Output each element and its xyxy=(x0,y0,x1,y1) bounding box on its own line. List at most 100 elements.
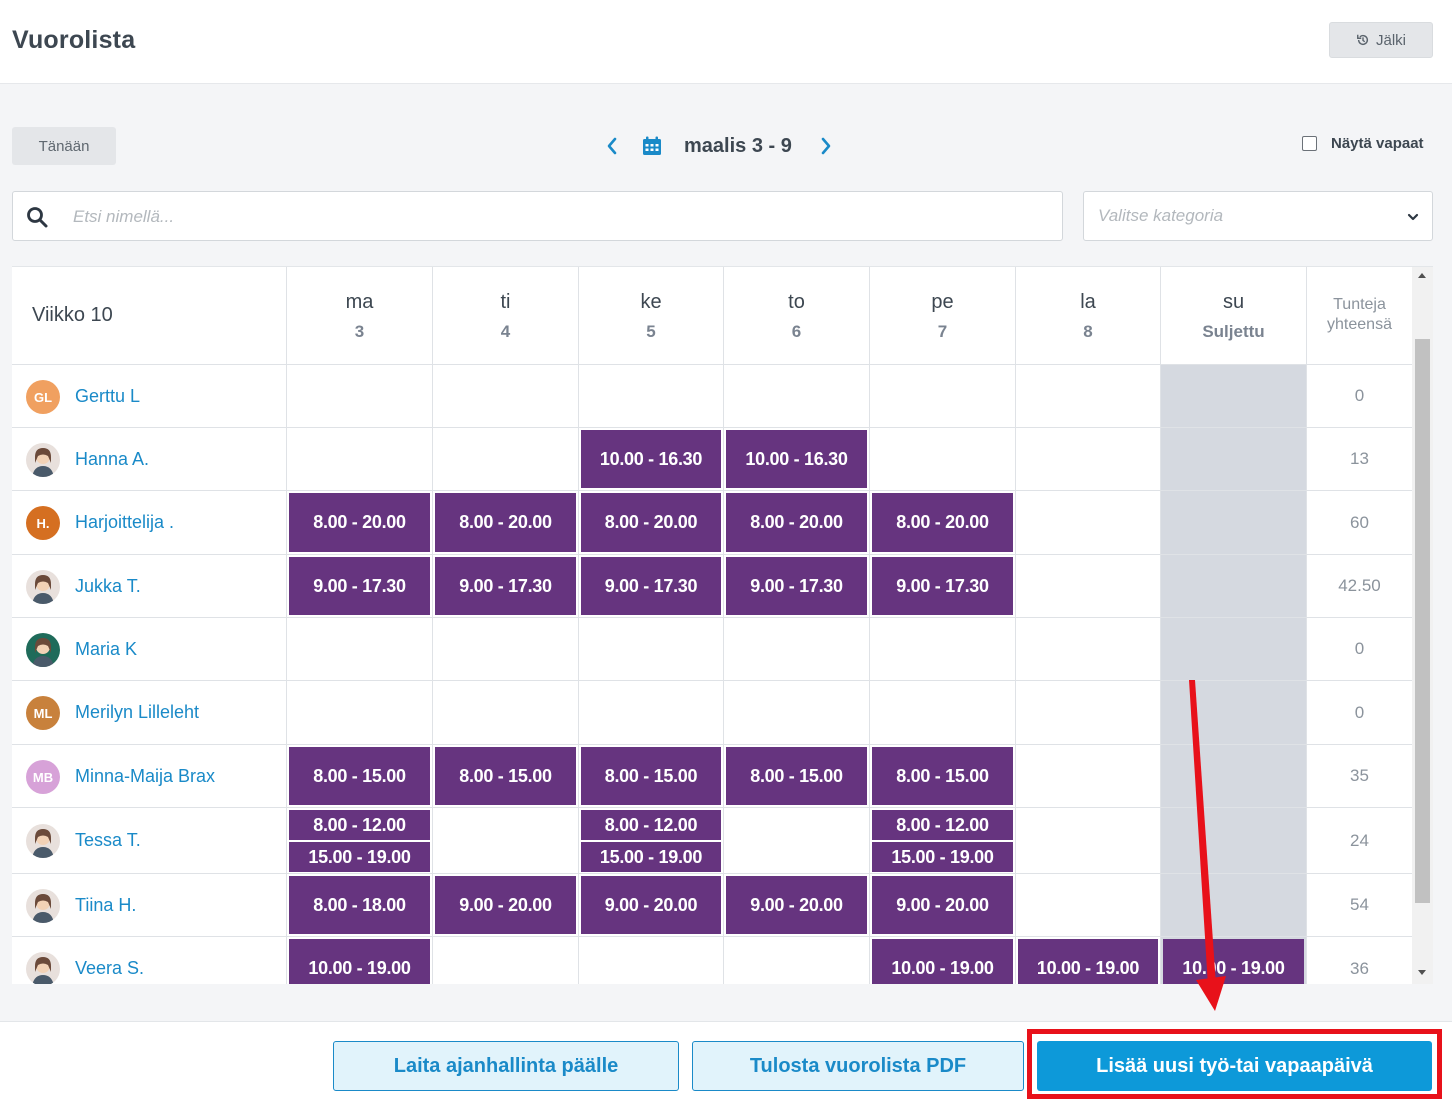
day-cell[interactable]: 9.00 - 20.00 xyxy=(432,874,578,936)
day-cell[interactable]: 8.00 - 20.00 xyxy=(869,491,1015,554)
scroll-up-icon[interactable] xyxy=(1418,273,1426,278)
shift-block[interactable]: 8.00 - 15.00 xyxy=(435,747,576,805)
show-free-checkbox[interactable] xyxy=(1302,136,1317,151)
day-cell[interactable] xyxy=(432,365,578,427)
shift-block[interactable]: 9.00 - 17.30 xyxy=(726,557,867,615)
shift-block[interactable]: 8.00 - 20.00 xyxy=(289,493,430,552)
day-cell[interactable] xyxy=(1015,808,1160,873)
shift-block[interactable]: 8.00 - 15.00 xyxy=(581,747,721,805)
employee-name-link[interactable]: Hanna A. xyxy=(75,449,149,470)
shift-block[interactable]: 8.00 - 20.00 xyxy=(581,493,721,552)
day-cell[interactable]: 9.00 - 17.30 xyxy=(723,555,869,617)
day-cell[interactable] xyxy=(1160,428,1306,490)
employee-name-link[interactable]: Maria K xyxy=(75,639,137,660)
next-week-button[interactable] xyxy=(816,134,836,158)
vertical-scrollbar[interactable] xyxy=(1412,267,1433,984)
day-cell[interactable]: 8.00 - 18.00 xyxy=(286,874,432,936)
day-cell[interactable]: 8.00 - 15.00 xyxy=(432,745,578,807)
shift-block[interactable]: 9.00 - 20.00 xyxy=(872,876,1013,934)
day-cell[interactable]: 8.00 - 15.00 xyxy=(723,745,869,807)
shift-block[interactable]: 15.00 - 19.00 xyxy=(289,842,430,872)
employee-name-link[interactable]: Tiina H. xyxy=(75,895,136,916)
day-cell[interactable] xyxy=(1160,618,1306,680)
employee-name-link[interactable]: Tessa T. xyxy=(75,830,141,851)
day-cell[interactable] xyxy=(1015,555,1160,617)
shift-block[interactable]: 8.00 - 12.00 xyxy=(289,810,430,840)
day-cell[interactable] xyxy=(723,365,869,427)
day-cell[interactable] xyxy=(578,681,723,744)
shift-block[interactable]: 8.00 - 15.00 xyxy=(726,747,867,805)
day-cell[interactable] xyxy=(1160,808,1306,873)
day-cell[interactable] xyxy=(1015,874,1160,936)
day-cell[interactable] xyxy=(578,937,723,984)
day-cell[interactable] xyxy=(578,365,723,427)
day-cell[interactable] xyxy=(1015,681,1160,744)
shift-block[interactable]: 9.00 - 20.00 xyxy=(435,876,576,934)
shift-block[interactable]: 15.00 - 19.00 xyxy=(872,842,1013,872)
day-cell[interactable] xyxy=(286,681,432,744)
day-cell[interactable] xyxy=(869,618,1015,680)
shift-block[interactable]: 9.00 - 17.30 xyxy=(581,557,721,615)
day-cell[interactable]: 10.00 - 19.00 xyxy=(1160,937,1306,984)
day-cell[interactable] xyxy=(432,428,578,490)
history-button[interactable]: Jälki xyxy=(1329,22,1433,58)
shift-block[interactable]: 9.00 - 17.30 xyxy=(872,557,1013,615)
day-cell[interactable]: 8.00 - 12.00 15.00 - 19.00 xyxy=(286,808,432,873)
day-cell[interactable]: 8.00 - 12.00 15.00 - 19.00 xyxy=(869,808,1015,873)
day-cell[interactable]: 9.00 - 20.00 xyxy=(723,874,869,936)
day-cell[interactable]: 10.00 - 19.00 xyxy=(286,937,432,984)
shift-block[interactable]: 9.00 - 20.00 xyxy=(726,876,867,934)
day-cell[interactable] xyxy=(1015,428,1160,490)
day-cell[interactable]: 8.00 - 12.00 15.00 - 19.00 xyxy=(578,808,723,873)
day-cell[interactable]: 8.00 - 15.00 xyxy=(869,745,1015,807)
shift-block[interactable]: 8.00 - 15.00 xyxy=(289,747,430,805)
day-cell[interactable] xyxy=(286,365,432,427)
scroll-down-icon[interactable] xyxy=(1418,970,1426,975)
employee-name-link[interactable]: Minna-Maija Brax xyxy=(75,766,215,787)
shift-block[interactable]: 8.00 - 12.00 xyxy=(581,810,721,840)
shift-block[interactable]: 10.00 - 19.00 xyxy=(1163,939,1304,984)
day-cell[interactable] xyxy=(286,428,432,490)
employee-name-link[interactable]: Gerttu L xyxy=(75,386,140,407)
print-pdf-button[interactable]: Tulosta vuorolista PDF xyxy=(692,1041,1024,1091)
shift-block[interactable]: 8.00 - 18.00 xyxy=(289,876,430,934)
day-cell[interactable] xyxy=(869,428,1015,490)
time-tracking-button[interactable]: Laita ajanhallinta päälle xyxy=(333,1041,679,1091)
day-cell[interactable]: 10.00 - 16.30 xyxy=(723,428,869,490)
day-cell[interactable]: 9.00 - 20.00 xyxy=(869,874,1015,936)
employee-name-link[interactable]: Jukka T. xyxy=(75,576,141,597)
day-cell[interactable]: 8.00 - 20.00 xyxy=(578,491,723,554)
day-cell[interactable] xyxy=(723,681,869,744)
day-cell[interactable] xyxy=(1160,491,1306,554)
day-cell[interactable] xyxy=(723,618,869,680)
category-select[interactable]: Valitse kategoria xyxy=(1083,191,1433,241)
calendar-icon[interactable] xyxy=(642,136,662,156)
shift-block[interactable]: 8.00 - 12.00 xyxy=(872,810,1013,840)
day-cell[interactable]: 9.00 - 17.30 xyxy=(286,555,432,617)
day-cell[interactable] xyxy=(1015,365,1160,427)
day-cell[interactable]: 8.00 - 15.00 xyxy=(286,745,432,807)
day-cell[interactable]: 8.00 - 15.00 xyxy=(578,745,723,807)
shift-block[interactable]: 8.00 - 20.00 xyxy=(726,493,867,552)
day-cell[interactable] xyxy=(1160,365,1306,427)
day-cell[interactable] xyxy=(1160,555,1306,617)
day-cell[interactable] xyxy=(432,618,578,680)
day-cell[interactable] xyxy=(432,937,578,984)
day-cell[interactable] xyxy=(869,365,1015,427)
today-button[interactable]: Tänään xyxy=(12,127,116,165)
day-cell[interactable] xyxy=(1160,681,1306,744)
day-cell[interactable]: 10.00 - 19.00 xyxy=(1015,937,1160,984)
day-cell[interactable] xyxy=(723,937,869,984)
day-cell[interactable]: 8.00 - 20.00 xyxy=(286,491,432,554)
day-cell[interactable] xyxy=(1015,491,1160,554)
shift-block[interactable]: 10.00 - 19.00 xyxy=(872,939,1013,984)
day-cell[interactable]: 8.00 - 20.00 xyxy=(723,491,869,554)
shift-block[interactable]: 9.00 - 17.30 xyxy=(289,557,430,615)
shift-block[interactable]: 8.00 - 20.00 xyxy=(872,493,1013,552)
day-cell[interactable]: 9.00 - 17.30 xyxy=(578,555,723,617)
day-cell[interactable] xyxy=(1015,618,1160,680)
shift-block[interactable]: 10.00 - 16.30 xyxy=(581,430,721,488)
day-cell[interactable]: 10.00 - 19.00 xyxy=(869,937,1015,984)
shift-block[interactable]: 10.00 - 16.30 xyxy=(726,430,867,488)
day-cell[interactable] xyxy=(723,808,869,873)
